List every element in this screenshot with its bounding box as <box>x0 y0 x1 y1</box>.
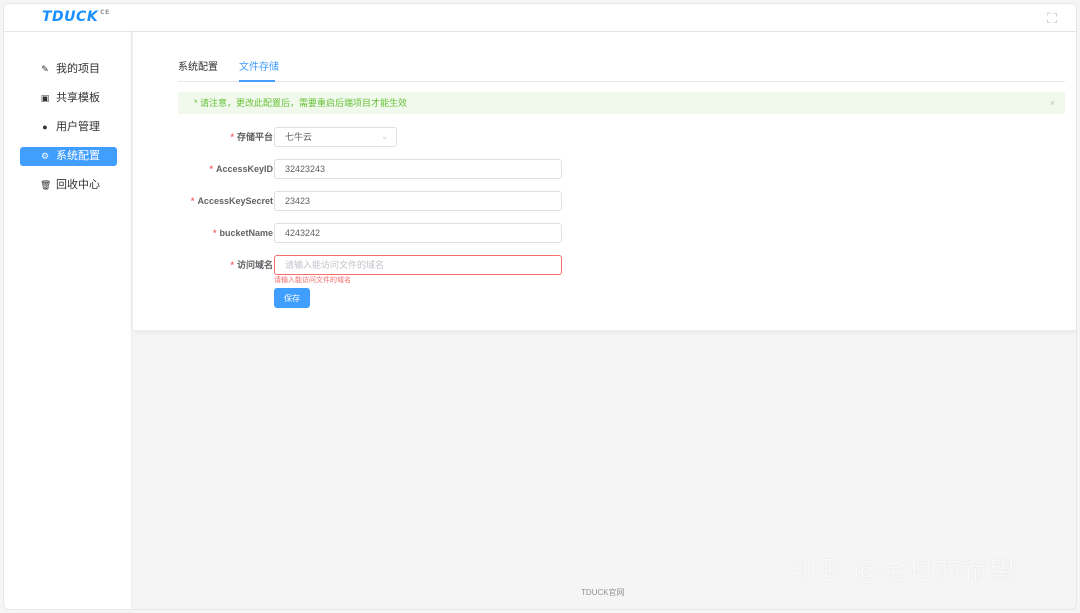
sidebar-item-label: 回收中心 <box>56 179 100 191</box>
user-icon: ● <box>42 122 48 132</box>
sidebar-item-label: 共享模板 <box>56 92 100 104</box>
sidebar-item-label: 我的项目 <box>56 63 100 75</box>
logo-text: TDUCK <box>42 9 99 25</box>
form-row-bucket-name: * bucketName 4243242 <box>178 223 578 243</box>
field-label: * bucketName <box>178 223 273 243</box>
field-label: * 访问域名 <box>178 255 273 275</box>
label-text: 访问域名 <box>236 260 273 270</box>
sidebar-item-system-config[interactable]: ⚙ 系统配置 <box>20 147 117 166</box>
sidebar-item-recycle-center[interactable]: 🗑 回收中心 <box>20 176 117 195</box>
sidebar-item-user-management[interactable]: ● 用户管理 <box>20 118 117 137</box>
notice-alert: * 请注意，更改此配置后，需要重启后端项目才能生效 × <box>178 92 1065 114</box>
label-text: 存储平台 <box>236 132 273 142</box>
template-icon: ▣ <box>40 93 50 103</box>
storage-platform-select[interactable]: 七牛云 ⌄ <box>274 127 397 147</box>
form-row-access-key-secret: * AccessKeySecret 23423 <box>178 191 578 211</box>
tab-bar: 系统配置 文件存储 <box>178 61 1065 82</box>
field-label: * AccessKeyID <box>178 159 273 179</box>
watermark-text: 知乎 @全村的希望 <box>790 556 1016 586</box>
required-mark: * <box>212 228 217 238</box>
close-icon[interactable]: × <box>1050 92 1055 114</box>
field-label: * AccessKeySecret <box>178 191 273 211</box>
logo-edition: CE <box>100 9 110 16</box>
tab-file-storage[interactable]: 文件存储 <box>239 61 279 80</box>
access-key-id-input[interactable]: 32423243 <box>274 159 562 179</box>
domain-input[interactable]: 请输入能访问文件的域名 <box>274 255 562 275</box>
top-bar: TDUCK CE ⛶ <box>4 4 1076 32</box>
save-button[interactable]: 保存 <box>274 288 310 308</box>
form-row-access-key-id: * AccessKeyID 32423243 <box>178 159 578 179</box>
required-mark: * <box>209 164 213 174</box>
sidebar-item-my-projects[interactable]: ✎ 我的项目 <box>20 60 117 79</box>
app-logo[interactable]: TDUCK CE <box>42 9 110 25</box>
app-window: TDUCK CE ⛶ ✎ 我的项目 ▣ 共享模板 ● 用户管理 ⚙ 系统配置 🗑 … <box>3 3 1077 610</box>
gear-icon: ⚙ <box>40 151 50 161</box>
label-text: AccessKeySecret <box>197 196 273 206</box>
bucket-name-input[interactable]: 4243242 <box>274 223 562 243</box>
required-mark: * <box>190 196 195 206</box>
domain-error-message: 请输入能访问文件的域名 <box>274 277 351 284</box>
label-text: bucketName <box>219 228 273 238</box>
required-mark: * <box>230 260 234 270</box>
chevron-down-icon: ⌄ <box>381 132 388 141</box>
form-row-platform: * 存储平台 七牛云 ⌄ <box>178 127 578 147</box>
field-label: * 存储平台 <box>178 127 273 147</box>
tab-active-indicator <box>239 80 275 82</box>
select-value: 七牛云 <box>285 132 313 142</box>
config-card: 系统配置 文件存储 * 请注意，更改此配置后，需要重启后端项目才能生效 × * 存… <box>133 32 1076 330</box>
footer-link[interactable]: TDUCK官网 <box>581 587 625 598</box>
fullscreen-icon[interactable]: ⛶ <box>1042 8 1062 28</box>
trash-icon: 🗑 <box>40 180 52 190</box>
sidebar-item-label: 用户管理 <box>56 121 100 133</box>
label-text: AccessKeyID <box>215 164 273 174</box>
sidebar: ✎ 我的项目 ▣ 共享模板 ● 用户管理 ⚙ 系统配置 🗑 回收中心 <box>4 32 132 609</box>
alert-text: * 请注意，更改此配置后，需要重启后端项目才能生效 <box>194 98 408 108</box>
access-key-secret-input[interactable]: 23423 <box>274 191 562 211</box>
sidebar-item-label: 系统配置 <box>56 150 100 162</box>
edit-icon: ✎ <box>41 64 49 74</box>
sidebar-item-shared-templates[interactable]: ▣ 共享模板 <box>20 89 117 108</box>
form-row-domain: * 访问域名 请输入能访问文件的域名 <box>178 255 578 275</box>
required-mark: * <box>230 132 234 142</box>
tab-system-config[interactable]: 系统配置 <box>178 61 218 80</box>
